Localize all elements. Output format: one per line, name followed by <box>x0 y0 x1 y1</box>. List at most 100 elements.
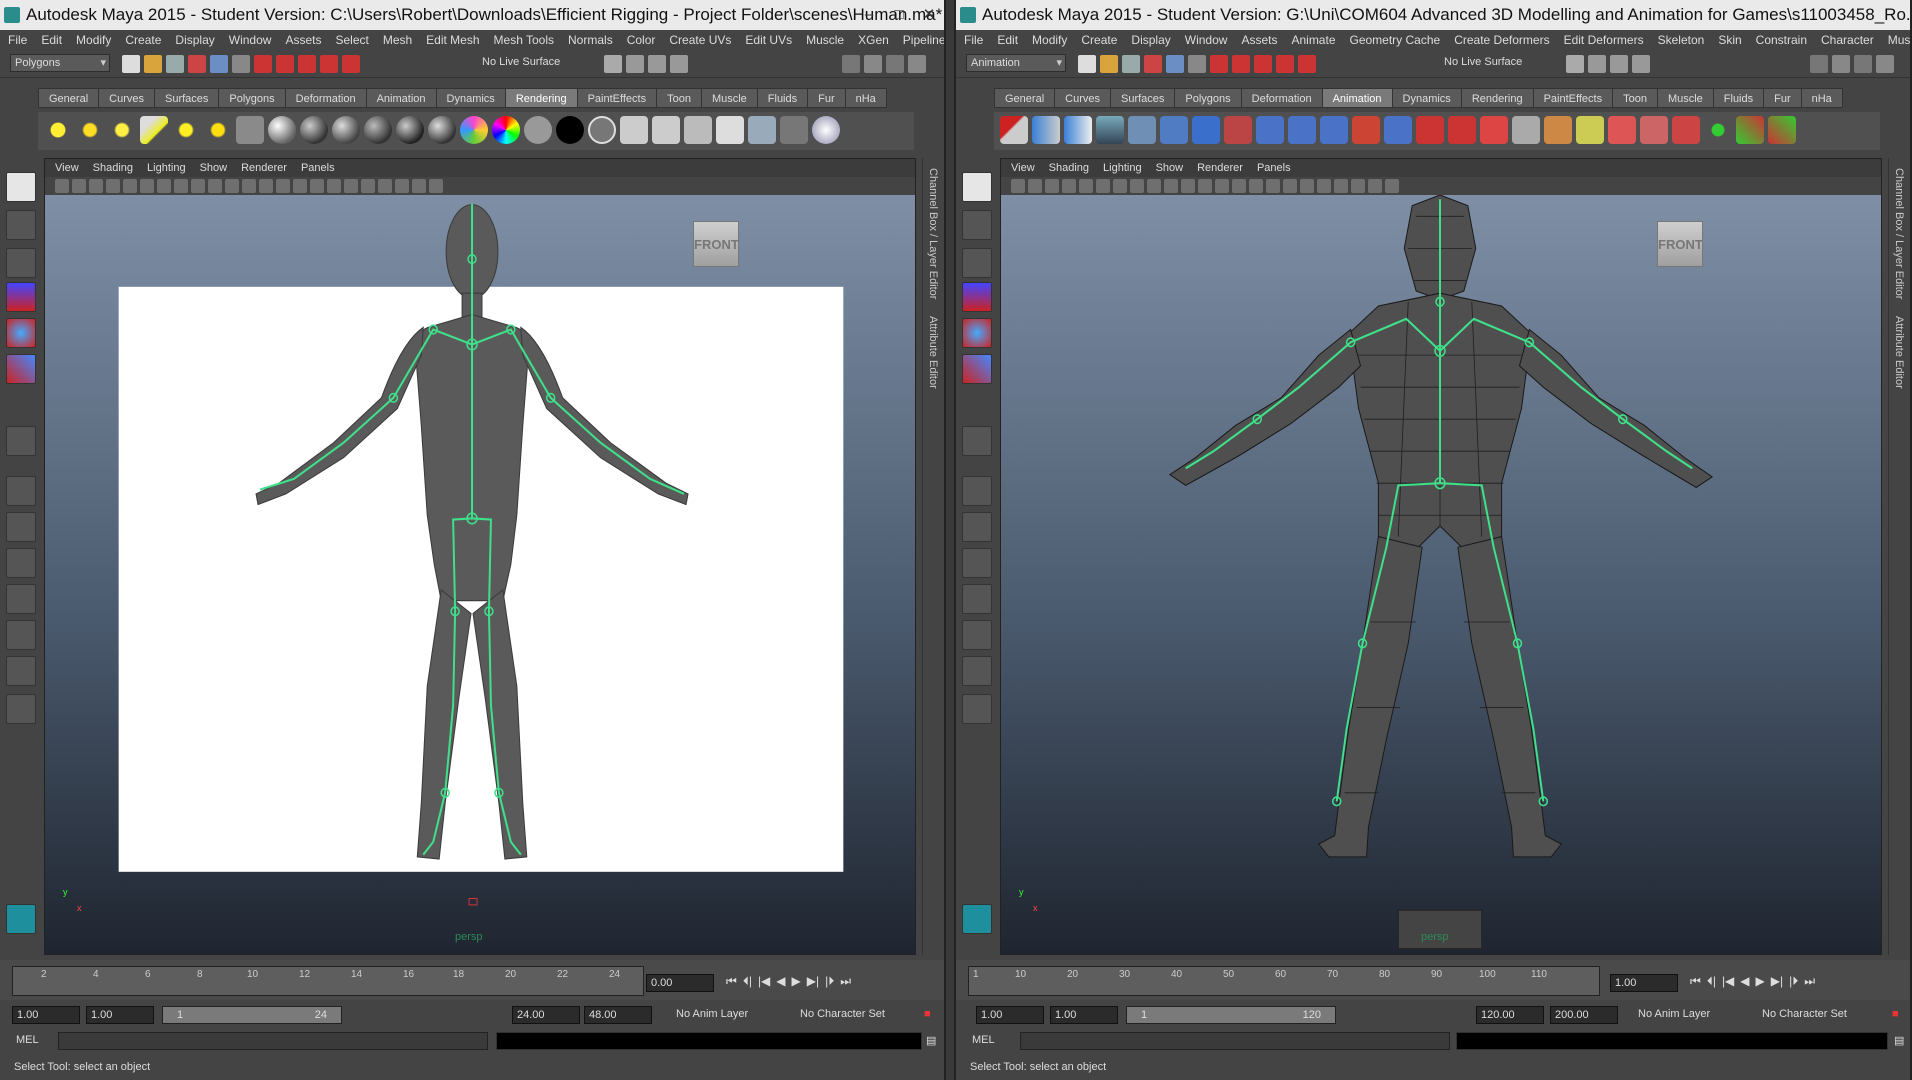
2d-pan-icon[interactable] <box>1079 179 1093 193</box>
gray-shader-icon[interactable] <box>588 116 616 144</box>
menu-animate[interactable]: Animate <box>1291 30 1335 50</box>
viewport-3d[interactable]: FRONT y x persp <box>45 195 915 954</box>
camera-attr-icon[interactable] <box>72 179 86 193</box>
move-joint-icon[interactable] <box>1736 116 1764 144</box>
end-time-field[interactable]: 200.00 <box>1550 1006 1618 1024</box>
bookmark-icon[interactable] <box>89 179 103 193</box>
globe-icon[interactable] <box>812 116 840 144</box>
channel-box-tab[interactable]: Channel Box / Layer Editor <box>1893 168 1905 299</box>
xray-joints-icon[interactable] <box>1351 179 1365 193</box>
attribute-editor-icon[interactable] <box>1832 55 1850 73</box>
shelf-tab-dynamics[interactable]: Dynamics <box>435 88 506 108</box>
shelf-tab-muscle[interactable]: Muscle <box>700 88 758 108</box>
joint-tool-icon[interactable] <box>1160 116 1188 144</box>
menu-file[interactable]: File <box>8 30 27 50</box>
step-forward-key-icon[interactable]: |⏵ <box>825 974 834 989</box>
shelf-tab-general[interactable]: General <box>994 88 1056 108</box>
script-editor-icon[interactable]: ▤ <box>1894 1034 1904 1047</box>
layout-graph-icon[interactable] <box>6 584 36 614</box>
snap-point-icon[interactable] <box>298 55 316 73</box>
lattice-icon[interactable] <box>1064 116 1092 144</box>
menu-window[interactable]: Window <box>1185 30 1228 50</box>
image-plane-icon[interactable] <box>1062 179 1076 193</box>
render-frame-icon[interactable] <box>1588 55 1606 73</box>
shelf-tab-fur[interactable]: Fur <box>807 88 846 108</box>
save-scene-icon[interactable] <box>1122 55 1140 73</box>
maximize-icon[interactable]: □ <box>884 0 914 30</box>
channel-box-icon[interactable] <box>908 55 926 73</box>
menu-create-uvs[interactable]: Create UVs <box>669 30 731 50</box>
shelf-tab-nhair[interactable]: nHa <box>1800 88 1843 108</box>
directional-light-icon[interactable] <box>76 116 104 144</box>
step-back-frame-icon[interactable]: |◀ <box>1722 974 1734 989</box>
snap-live-icon[interactable] <box>342 55 360 73</box>
mel-input[interactable] <box>58 1032 488 1050</box>
paint-brush-icon[interactable] <box>1672 116 1700 144</box>
select-hierarchy-icon[interactable] <box>1144 55 1162 73</box>
menu-edit-uvs[interactable]: Edit UVs <box>745 30 792 50</box>
maya-home-icon[interactable] <box>962 904 992 934</box>
menu-edit[interactable]: Edit <box>41 30 62 50</box>
move-tool-icon[interactable] <box>6 282 36 312</box>
ipr-render-icon[interactable] <box>648 55 666 73</box>
image-plane-icon[interactable] <box>106 179 120 193</box>
isolate-select-icon[interactable] <box>1368 179 1382 193</box>
wireframe-on-shaded-icon[interactable] <box>310 179 324 193</box>
shelf-tab-painteffects[interactable]: PaintEffects <box>576 88 658 108</box>
paint-select-tool-icon[interactable] <box>6 248 36 278</box>
attribute-editor-icon[interactable] <box>864 55 882 73</box>
lights-icon[interactable] <box>344 179 358 193</box>
gate-mask-icon[interactable] <box>1164 179 1178 193</box>
snap-plane-icon[interactable] <box>1276 55 1294 73</box>
character-set-dropdown[interactable]: No Character Set <box>800 1008 885 1020</box>
open-scene-icon[interactable] <box>144 55 162 73</box>
range-bar[interactable]: 1 120 <box>1126 1006 1336 1024</box>
render-frame-icon[interactable] <box>626 55 644 73</box>
shelf-tab-muscle[interactable]: Muscle <box>1656 88 1714 108</box>
snap-grid-icon[interactable] <box>1210 55 1228 73</box>
menu-mesh-tools[interactable]: Mesh Tools <box>494 30 554 50</box>
panel-menu-show[interactable]: Show <box>1156 159 1184 177</box>
select-tool-icon[interactable] <box>962 172 992 202</box>
camera-attr-icon[interactable] <box>1028 179 1042 193</box>
ik-spline-icon[interactable] <box>1224 116 1252 144</box>
play-forward-icon[interactable]: ▶ <box>1756 974 1765 989</box>
phong-ball-icon[interactable] <box>364 116 392 144</box>
render-settings-icon[interactable] <box>1632 55 1650 73</box>
auto-key-icon[interactable]: ■ <box>924 1008 931 1020</box>
subcharacter-icon[interactable] <box>1576 116 1604 144</box>
shelf-tab-deformation[interactable]: Deformation <box>1240 88 1323 108</box>
menu-create[interactable]: Create <box>125 30 161 50</box>
lights-icon[interactable] <box>1300 179 1314 193</box>
render-settings-icon[interactable] <box>670 55 688 73</box>
hud-icon[interactable] <box>1385 179 1399 193</box>
shelf-tab-deformation[interactable]: Deformation <box>284 88 367 108</box>
safe-title-icon[interactable] <box>1215 179 1229 193</box>
panel-menu-view[interactable]: View <box>1011 159 1035 177</box>
anim-layer-dropdown[interactable]: No Anim Layer <box>1638 1008 1710 1020</box>
step-back-frame-icon[interactable]: |◀ <box>758 974 770 989</box>
layout-menu-icon[interactable] <box>962 694 992 724</box>
layout-outliner-icon[interactable] <box>962 548 992 578</box>
shelf-tab-dynamics[interactable]: Dynamics <box>1391 88 1462 108</box>
set-key-icon[interactable] <box>1000 116 1028 144</box>
locator-icon[interactable] <box>1704 116 1732 144</box>
panel-menu-view[interactable]: View <box>55 159 79 177</box>
select-hierarchy-icon[interactable] <box>188 55 206 73</box>
tool-settings-icon[interactable] <box>886 55 904 73</box>
panel-menu-panels[interactable]: Panels <box>301 159 335 177</box>
safe-action-icon[interactable] <box>242 179 256 193</box>
panel-menu-lighting[interactable]: Lighting <box>147 159 186 177</box>
go-to-start-icon[interactable]: ⏮ <box>1690 974 1701 989</box>
time-slider[interactable]: 1 10 20 30 40 50 60 70 80 90 100 110 1.0… <box>956 960 1910 1000</box>
modeling-toolkit-icon[interactable] <box>842 55 860 73</box>
shelf-tab-rendering[interactable]: Rendering <box>1460 88 1534 108</box>
viewport-3d[interactable]: FRONT y x persp <box>1001 195 1881 954</box>
maya-home-icon[interactable] <box>6 904 36 934</box>
menu-muscle[interactable]: Muscle <box>806 30 844 50</box>
grease-pencil-icon[interactable] <box>1096 179 1110 193</box>
modeling-toolkit-icon[interactable] <box>1810 55 1828 73</box>
spot-light-icon[interactable] <box>140 116 168 144</box>
layout-single-icon[interactable] <box>962 476 992 506</box>
layout-graph-icon[interactable] <box>962 584 992 614</box>
